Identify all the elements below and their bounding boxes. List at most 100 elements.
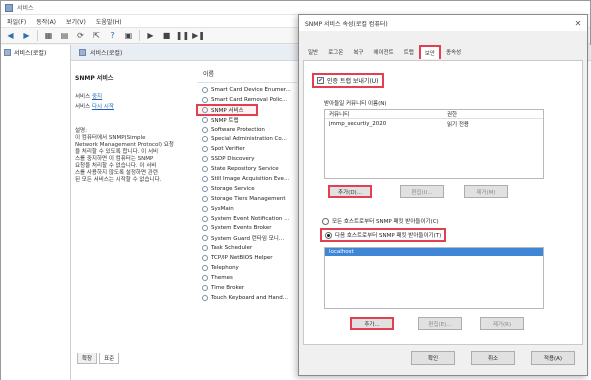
table-row[interactable]: System Guard 런타임 모니... xyxy=(197,233,297,243)
restart-service-line: 서비스 다시 시작 xyxy=(75,102,189,110)
back-arrow-icon[interactable]: ◀ xyxy=(5,30,16,41)
restart-service-icon[interactable]: ▶❚ xyxy=(192,30,205,41)
table-row[interactable]: Time Broker xyxy=(197,283,297,293)
table-row[interactable]: Storage Service xyxy=(197,184,297,194)
table-row[interactable]: System Event Notification ... xyxy=(197,214,297,224)
accept-specific-hosts-label: 다음 호스트로부터 SNMP 패킷 받아들이기(T) xyxy=(335,233,442,239)
service-gear-icon xyxy=(202,126,208,133)
table-row[interactable]: Software Protection xyxy=(197,125,297,135)
service-gear-icon xyxy=(202,245,208,252)
service-gear-icon xyxy=(202,284,208,291)
edit-community-button[interactable]: 편집(I)... xyxy=(400,185,444,198)
table-row[interactable]: Storage Tiers Management xyxy=(197,194,297,204)
close-icon[interactable]: ✕ xyxy=(569,16,587,30)
refresh-icon[interactable]: ⟳ xyxy=(75,30,86,41)
service-gear-icon xyxy=(202,274,208,281)
accept-specific-hosts-option[interactable]: 다음 호스트로부터 SNMP 패킷 받아들이기(T) xyxy=(320,228,447,242)
service-name-cell: Spot Verifier xyxy=(211,146,245,153)
tree-item-services-local[interactable]: 서비스(로컬) xyxy=(1,45,70,60)
list-view-icon[interactable]: ▤ xyxy=(59,30,70,41)
apply-button[interactable]: 적용(A) xyxy=(531,351,575,365)
table-row[interactable]: SNMP 트랩 xyxy=(197,115,297,125)
menu-view[interactable]: 보기(V) xyxy=(66,17,86,26)
cancel-button[interactable]: 취소 xyxy=(471,351,515,365)
tab-logon[interactable]: 로그온 xyxy=(323,45,348,59)
table-row[interactable]: Spot Verifier xyxy=(197,144,297,154)
send-auth-trap-option[interactable]: ✔ 인증 트랩 보내기(U) xyxy=(312,73,384,88)
tab-standard[interactable]: 표준 xyxy=(99,353,120,364)
add-host-button[interactable]: 추가... xyxy=(350,317,394,330)
console-tree-icon[interactable]: ▦ xyxy=(43,30,54,41)
table-row[interactable]: Touch Keyboard and Hand... xyxy=(197,293,297,303)
properties-icon[interactable]: ▣ xyxy=(123,30,134,41)
table-row[interactable]: SSDP Discovery xyxy=(197,154,297,164)
edit-host-button[interactable]: 편집(E)... xyxy=(418,317,462,330)
table-row[interactable]: SysMain xyxy=(197,204,297,214)
tab-dependencies[interactable]: 종속성 xyxy=(441,45,466,59)
service-gear-icon xyxy=(202,175,208,182)
remove-community-button[interactable]: 제거(M) xyxy=(464,185,508,198)
table-row[interactable]: Special Administration Co... xyxy=(197,134,297,144)
send-auth-trap-checkbox[interactable]: ✔ xyxy=(317,77,324,84)
accept-any-host-option[interactable]: 모든 호스트로부터 SNMP 패킷 받아들이기(C) xyxy=(322,217,439,225)
tab-traps[interactable]: 트랩 xyxy=(399,45,419,59)
service-gear-icon xyxy=(202,96,208,103)
service-description-pane: SNMP 서비스 서비스 중지 서비스 다시 시작 설명: 이 컴퓨터에서 SN… xyxy=(73,71,191,361)
snmp-properties-dialog: SNMP 서비스 속성(로컬 컴퓨터) ✕ 일반 로그온 복구 에이전트 트랩 … xyxy=(298,14,588,376)
accept-any-host-radio[interactable] xyxy=(322,217,329,225)
export-list-icon[interactable]: ⇱ xyxy=(91,30,102,41)
column-community[interactable]: 커뮤니티 xyxy=(325,110,443,118)
community-table-header: 커뮤니티 권한 xyxy=(325,110,543,119)
service-name-cell: SNMP 서비스 xyxy=(211,107,244,114)
pause-service-icon[interactable]: ❚❚ xyxy=(176,30,189,41)
service-gear-icon xyxy=(202,294,208,301)
service-gear-icon xyxy=(202,225,208,232)
table-row[interactable]: Themes xyxy=(197,273,297,283)
forward-arrow-icon[interactable]: ▶ xyxy=(21,30,32,41)
ok-button[interactable]: 확인 xyxy=(411,351,455,365)
tab-extended[interactable]: 확장 xyxy=(77,353,98,364)
tab-general[interactable]: 일반 xyxy=(303,45,323,59)
service-name-cell: SysMain xyxy=(211,205,234,212)
menu-action[interactable]: 동작(A) xyxy=(36,17,56,26)
column-rights[interactable]: 권한 xyxy=(443,110,543,118)
table-row[interactable]: Still Image Acquisition Eve... xyxy=(197,174,297,184)
tab-recovery[interactable]: 복구 xyxy=(348,45,368,59)
table-row[interactable]: jmmp_securtiy_2020 읽기 전용 xyxy=(325,119,543,128)
help-icon[interactable]: ? xyxy=(107,30,118,41)
table-row[interactable]: Task Scheduler xyxy=(197,243,297,253)
tab-security[interactable]: 보안 xyxy=(418,45,441,59)
service-gear-icon xyxy=(202,195,208,202)
service-name-cell: Telephony xyxy=(211,264,239,271)
community-rights-cell: 읽기 전용 xyxy=(447,121,469,128)
list-item[interactable]: localhost xyxy=(325,248,543,256)
community-table: 커뮤니티 권한 jmmp_securtiy_2020 읽기 전용 xyxy=(324,109,544,179)
services-app-icon xyxy=(5,3,13,12)
table-row[interactable]: TCP/IP NetBIOS Helper xyxy=(197,253,297,263)
stop-service-icon[interactable]: ■ xyxy=(161,30,172,41)
restart-service-link[interactable]: 다시 시작 xyxy=(92,104,114,110)
service-name-cell: SSDP Discovery xyxy=(211,156,255,163)
accept-specific-hosts-radio[interactable] xyxy=(325,231,332,239)
menu-help[interactable]: 도움말(H) xyxy=(96,17,122,26)
add-community-button[interactable]: 추가(D)... xyxy=(328,185,372,198)
tab-agent[interactable]: 에이전트 xyxy=(368,45,398,59)
selected-service-name: SNMP 서비스 xyxy=(75,75,114,82)
service-name-cell: Smart Card Device Enumer... xyxy=(211,86,291,93)
service-gear-icon xyxy=(202,116,208,123)
column-header-name[interactable]: 이름 xyxy=(197,65,297,83)
menu-file[interactable]: 파일(F) xyxy=(7,17,26,26)
table-row[interactable]: Telephony xyxy=(197,263,297,273)
table-row[interactable]: State Repository Service xyxy=(197,164,297,174)
table-row[interactable]: SNMP 서비스 xyxy=(196,103,258,116)
start-service-icon[interactable]: ▶ xyxy=(145,30,156,41)
table-row[interactable]: Smart Card Removal Polic... xyxy=(197,95,297,105)
remove-host-button[interactable]: 제거(R) xyxy=(480,317,524,330)
stop-service-link[interactable]: 중지 xyxy=(92,94,102,100)
table-row[interactable]: System Events Broker xyxy=(197,223,297,233)
service-gear-icon xyxy=(202,205,208,212)
service-name-cell: Software Protection xyxy=(211,126,265,133)
service-gear-icon xyxy=(202,235,208,242)
table-row[interactable]: Smart Card Device Enumer... xyxy=(197,85,297,95)
stop-service-line: 서비스 중지 xyxy=(75,92,189,100)
